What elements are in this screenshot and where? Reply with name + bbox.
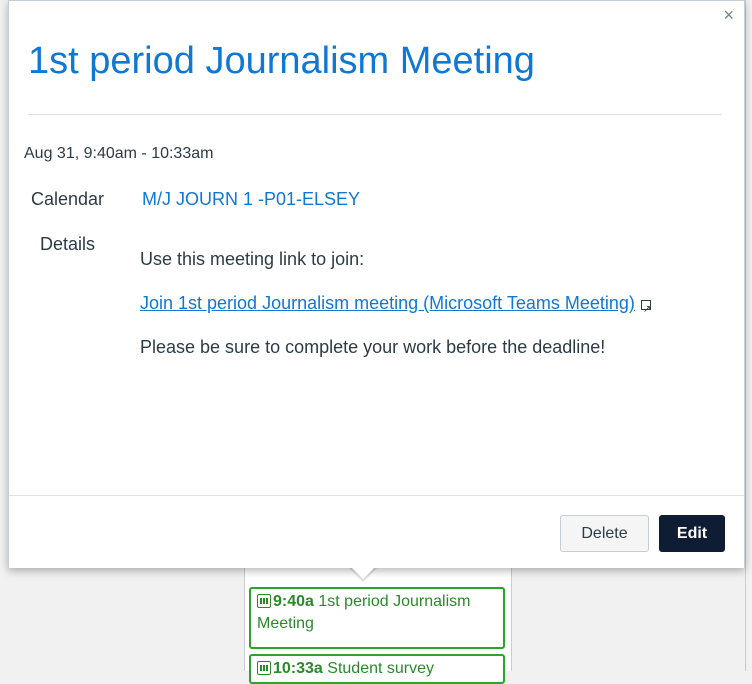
event-time: 9:40a <box>273 593 314 610</box>
calendar-icon <box>257 594 271 608</box>
teams-meeting-link[interactable]: Join 1st period Journalism meeting (Micr… <box>140 293 635 313</box>
delete-button[interactable]: Delete <box>560 515 649 552</box>
details-line: Use this meeting link to join: <box>140 249 365 269</box>
event-details: Use this meeting link to join: Join 1st … <box>140 244 700 363</box>
event-details-popover: × 1st period Journalism Meeting Aug 31, … <box>8 0 745 568</box>
event-time: 10:33a <box>273 660 323 677</box>
calendar-event-survey[interactable]: 10:33a Student survey <box>249 654 505 684</box>
calendar-label: Calendar <box>31 189 105 209</box>
event-title-heading: 1st period Journalism Meeting <box>28 40 535 82</box>
divider <box>28 114 722 115</box>
event-title: Student survey <box>327 660 435 677</box>
popover-caret <box>351 567 375 579</box>
edit-button[interactable]: Edit <box>659 515 725 552</box>
event-time-range: Aug 31, 9:40am - 10:33am <box>24 145 214 162</box>
details-line: Please be sure to complete your work bef… <box>140 337 606 357</box>
details-label: Details <box>40 234 96 254</box>
assignment-icon <box>257 661 271 675</box>
close-icon[interactable]: × <box>723 5 734 26</box>
calendar-link[interactable]: M/J JOURN 1 -P01-ELSEY <box>142 189 360 210</box>
calendar-grid-line <box>745 0 746 671</box>
external-link-icon <box>640 294 651 325</box>
calendar-event-meeting[interactable]: 9:40a 1st period Journalism Meeting <box>249 587 505 649</box>
details-link-paragraph: Join 1st period Journalism meeting (Micr… <box>140 288 700 325</box>
